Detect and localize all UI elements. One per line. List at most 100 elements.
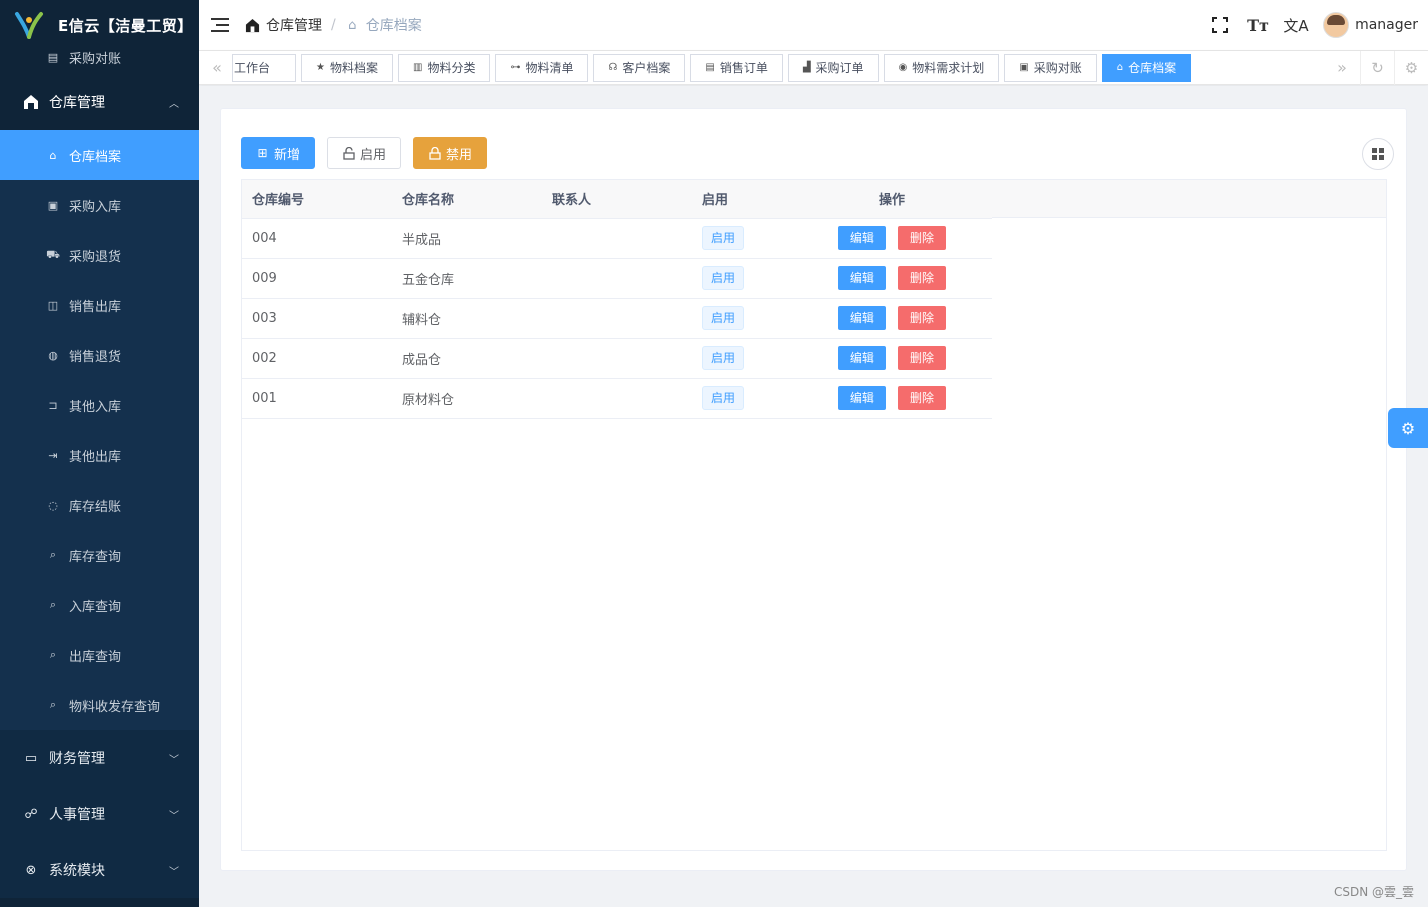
tags-view: « 工作台 ★ 物料档案 ▥ 物料分类 ⊶ 物料清单 ☊ 客户档案 ▤ 销售订单… (199, 50, 1428, 85)
sidebar-item-in-query[interactable]: ⌕ 入库查询 (0, 580, 199, 630)
tag-purchase-order[interactable]: ▟ 采购订单 (787, 53, 879, 82)
column-header[interactable]: 仓库名称 (392, 180, 542, 219)
edit-button[interactable]: 编辑 (837, 266, 886, 290)
tag-dashboard[interactable]: 工作台 (232, 53, 296, 82)
settings-drawer-button[interactable]: ⚙ (1388, 408, 1428, 448)
tags-scroll-left-icon[interactable]: « (199, 51, 235, 85)
font-size-icon[interactable]: Tт (1239, 0, 1277, 51)
app-logo[interactable]: E信云【洁曼工贸】 (0, 0, 199, 50)
cell-actions: 编辑 删除 (792, 378, 992, 419)
finance-icon: ▭ (24, 750, 38, 766)
sidebar-item-sales-return[interactable]: ◍ 销售退货 (0, 330, 199, 380)
tag-material-archive[interactable]: ★ 物料档案 (301, 53, 393, 82)
sidebar-group-warehouse[interactable]: 仓库管理 ︿ (0, 74, 199, 130)
sidebar-group-hr[interactable]: ☍ 人事管理 ﹀ (0, 786, 199, 842)
table-row[interactable]: 004 半成品 启用 编辑 删除 (242, 218, 992, 259)
tag-purchase-reconcile[interactable]: ▣ 采购对账 (1004, 53, 1097, 82)
app-title: E信云【洁曼工贸】 (58, 16, 193, 35)
status-badge: 启用 (702, 226, 745, 250)
tag-mrp[interactable]: ◉ 物料需求计划 (883, 53, 1000, 82)
sidebar-item-label: 库存结账 (69, 499, 122, 515)
table-row[interactable]: 009 五金仓库 启用 编辑 删除 (242, 258, 992, 299)
enable-button-label: 启用 (360, 147, 387, 163)
delete-button[interactable]: 删除 (898, 226, 947, 250)
delete-button[interactable]: 删除 (898, 306, 947, 330)
enable-button[interactable]: 启用 (327, 137, 402, 169)
system-icon: ⊗ (25, 862, 37, 878)
target-icon: ◉ (898, 62, 908, 73)
cell-name: 半成品 (392, 218, 542, 259)
delete-button[interactable]: 删除 (898, 266, 947, 290)
add-button-label: 新增 (274, 147, 301, 163)
tags-scroll-right-icon[interactable]: » (1324, 51, 1360, 85)
tag-sales-order[interactable]: ▤ 销售订单 (690, 53, 783, 82)
table-row[interactable]: 001 原材料仓 启用 编辑 删除 (242, 378, 992, 419)
cell-status: 启用 (692, 298, 792, 339)
sidebar-group-label: 系统模块 (49, 863, 105, 879)
cell-code: 009 (242, 258, 392, 299)
cell-contact (542, 378, 692, 419)
cell-contact (542, 298, 692, 339)
column-header: 操作 (792, 180, 992, 219)
edit-button[interactable]: 编辑 (837, 346, 886, 370)
sidebar-group-system[interactable]: ⊗ 系统模块 ﹀ (0, 842, 199, 898)
tag-material-bom[interactable]: ⊶ 物料清单 (495, 53, 589, 82)
cell-code: 002 (242, 338, 392, 379)
sidebar-item-other-out[interactable]: ⇥ 其他出库 (0, 430, 199, 480)
warehouse-archive-icon: ⌂ (348, 17, 357, 33)
sidebar-item-out-query[interactable]: ⌕ 出库查询 (0, 630, 199, 680)
cell-actions: 编辑 删除 (792, 338, 992, 379)
delete-button[interactable]: 删除 (898, 386, 947, 410)
breadcrumb: 仓库管理 / ⌂ 仓库档案 (245, 15, 422, 35)
sidebar-item-stock-query[interactable]: ⌕ 库存查询 (0, 530, 199, 580)
lock-icon (428, 146, 441, 160)
fullscreen-icon[interactable] (1201, 0, 1239, 51)
warehouse-table: 仓库编号 仓库名称 联系人 启用 操作 004 半成品 启用 编辑 删除 009… (241, 179, 1387, 851)
column-header[interactable]: 联系人 (542, 180, 692, 219)
tag-material-category[interactable]: ▥ 物料分类 (397, 53, 491, 82)
cell-contact (542, 258, 692, 299)
column-header[interactable]: 启用 (692, 180, 792, 219)
sidebar-item-purchase-in[interactable]: ▣ 采购入库 (0, 180, 199, 230)
avatar[interactable] (1323, 12, 1350, 38)
cell-actions: 编辑 删除 (792, 258, 992, 299)
menu-toggle-icon[interactable] (211, 18, 229, 32)
column-settings-button[interactable] (1362, 138, 1394, 170)
gear-icon[interactable]: ⚙ (1394, 50, 1428, 85)
table-row[interactable]: 002 成品仓 启用 编辑 删除 (242, 338, 992, 379)
sidebar-group-finance[interactable]: ▭ 财务管理 ﹀ (0, 730, 199, 786)
chevron-down-icon: ﹀ (169, 754, 179, 766)
tags-scroll: 工作台 ★ 物料档案 ▥ 物料分类 ⊶ 物料清单 ☊ 客户档案 ▤ 销售订单 ▟… (232, 51, 1324, 85)
cell-name: 成品仓 (392, 338, 542, 379)
sidebar-item-label: 销售出库 (69, 299, 122, 315)
sidebar-item-label: 销售退货 (69, 349, 122, 365)
edit-button[interactable]: 编辑 (837, 386, 886, 410)
sidebar-item-stock-settle[interactable]: ◌ 库存结账 (0, 480, 199, 530)
add-button[interactable]: ⊞ 新增 (241, 137, 316, 169)
tag-customer-archive[interactable]: ☊ 客户档案 (593, 53, 686, 82)
edit-button[interactable]: 编辑 (837, 226, 886, 250)
table-row[interactable]: 003 辅料仓 启用 编辑 删除 (242, 298, 992, 339)
cell-code: 001 (242, 378, 392, 419)
sidebar-item-label: 采购退货 (69, 249, 122, 265)
edit-button[interactable]: 编辑 (837, 306, 886, 330)
home-icon (245, 18, 260, 33)
sidebar-item-other-in[interactable]: ⊐ 其他入库 (0, 380, 199, 430)
tag-warehouse-archive[interactable]: ⌂ 仓库档案 (1101, 53, 1192, 82)
username[interactable]: manager (1355, 17, 1418, 33)
content-card: ⊞ 新增 启用 禁用 仓库编号 仓库名称 联系人 启用 操作 004 半成品 启… (220, 108, 1407, 871)
sidebar-item-sales-out[interactable]: ◫ 销售出库 (0, 280, 199, 330)
disable-button[interactable]: 禁用 (413, 137, 488, 169)
breadcrumb-item-warehouse[interactable]: 仓库管理 (245, 15, 322, 35)
cell-name: 五金仓库 (392, 258, 542, 299)
sidebar-item-flow-query[interactable]: ⌕ 物料收发存查询 (0, 680, 199, 730)
sidebar-item-purchase-return[interactable]: ⛟ 采购退货 (0, 230, 199, 280)
refresh-icon[interactable]: ↻ (1360, 50, 1394, 85)
column-header[interactable]: 仓库编号 (242, 180, 392, 219)
cell-status: 启用 (692, 378, 792, 419)
language-icon[interactable]: 文A (1277, 0, 1315, 51)
search-stock-icon: ⌕ (49, 548, 57, 561)
delete-button[interactable]: 删除 (898, 346, 947, 370)
sidebar-group-label: 财务管理 (49, 751, 105, 767)
sidebar-item-warehouse-archive[interactable]: ⌂ 仓库档案 (0, 130, 199, 180)
